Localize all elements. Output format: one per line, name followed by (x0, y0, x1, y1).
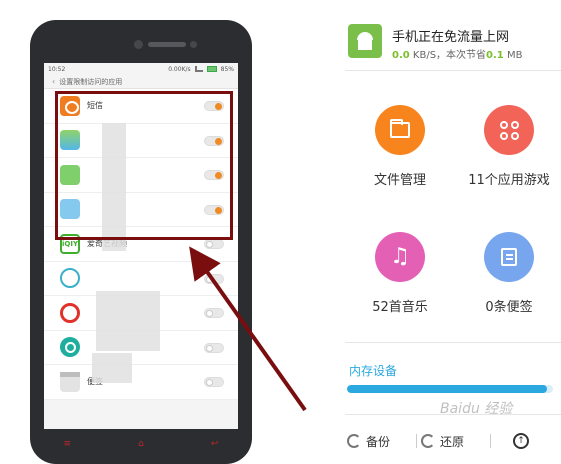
screen-header: ‹ 设置限制访问的应用 (44, 75, 238, 89)
grid-dot (499, 131, 508, 140)
panel-footer: 备份 还原 ↑ (345, 428, 561, 454)
signal-icon (194, 66, 203, 72)
tile-music[interactable]: ♫ 52首音乐 (345, 232, 455, 342)
divider (345, 342, 561, 343)
tile-notes[interactable]: 0条便签 (454, 232, 561, 342)
speed-unit: KB/S，本次节省 (412, 50, 487, 61)
camera-icon (134, 40, 143, 49)
toggle-knob (206, 344, 213, 352)
music-glyph: ♫ (390, 244, 410, 269)
apps-grid-icon (484, 105, 534, 155)
footer-divider (490, 434, 492, 448)
restore-label: 还原 (440, 434, 465, 449)
app-row-notes[interactable]: 便签 (44, 365, 238, 400)
android-icon (348, 24, 382, 58)
toggle-knob (206, 275, 213, 283)
battery-icon (206, 66, 217, 72)
divider (345, 70, 561, 71)
backup-icon (347, 434, 361, 448)
speaker-grille (148, 42, 186, 47)
android-head (357, 32, 373, 40)
restrict-toggle[interactable] (204, 239, 224, 249)
grid-dot (510, 131, 519, 140)
status-speed: 0.00K/s (168, 65, 191, 73)
saved-unit: MB (506, 50, 523, 61)
restrict-toggle[interactable] (204, 377, 224, 387)
memory-bar (347, 385, 553, 393)
traffic-summary: 0.0 KB/S，本次节省0.1 MB (392, 46, 522, 61)
camera-icon (60, 337, 80, 358)
status-time: 10:52 (48, 65, 66, 73)
watermark: Baidu 经验 (440, 401, 513, 417)
folder-glyph (390, 119, 410, 138)
weibo-icon (60, 302, 80, 323)
tile-label: 文件管理 (373, 173, 426, 188)
toggle-knob (206, 241, 213, 248)
note-glyph (501, 248, 517, 266)
restore-icon (421, 434, 436, 448)
status-battery: 85% (220, 65, 234, 73)
menu-key[interactable]: ≡ (64, 439, 72, 449)
screen-title: 设置限制访问的应用 (59, 77, 123, 86)
highlight-box (55, 91, 233, 240)
grid-glyph (499, 120, 519, 140)
screenshot-stage: 10:52 0.00K/s 85% ‹ 设置限制访问的应用 短信 iQIY ≡ … (0, 0, 561, 464)
restrict-toggle[interactable] (204, 342, 224, 353)
back-arrow-icon[interactable]: ‹ (52, 77, 55, 86)
speed-value: 0.0 (392, 50, 410, 61)
music-icon: ♫ (375, 232, 425, 282)
browser-icon (60, 268, 80, 289)
footer-divider (416, 434, 418, 448)
privacy-blur (92, 353, 132, 383)
status-panel: 手机正在免流量上网 0.0 KB/S，本次节省0.1 MB 文件管理 11个应用… (345, 0, 561, 464)
tile-label: 11个应用游戏 (468, 173, 550, 188)
back-key[interactable]: ↩ (211, 439, 219, 449)
tile-file-manager[interactable]: 文件管理 (345, 105, 455, 215)
saved-value: 0.1 (486, 50, 504, 61)
home-key[interactable]: ⌂ (138, 439, 144, 449)
sensor-icon (190, 41, 197, 48)
phone-nav-bar: ≡ ⌂ ↩ (30, 434, 252, 454)
android-body (358, 40, 372, 50)
tile-apps-games[interactable]: 11个应用游戏 (454, 105, 561, 215)
folder-icon (375, 105, 425, 155)
restrict-toggle[interactable] (204, 308, 224, 318)
restore-button[interactable]: 还原 (421, 433, 464, 450)
restrict-toggle[interactable] (204, 273, 224, 284)
connection-status-title: 手机正在免流量上网 (392, 30, 510, 45)
phone-device: 10:52 0.00K/s 85% ‹ 设置限制访问的应用 短信 iQIY ≡ … (30, 20, 252, 464)
grid-dot (499, 120, 508, 129)
panel-header: 手机正在免流量上网 0.0 KB/S，本次节省0.1 MB (345, 20, 561, 66)
note-icon (484, 232, 534, 282)
backup-label: 备份 (366, 434, 391, 449)
tile-label: 0条便签 (485, 300, 533, 315)
toggle-knob (206, 379, 213, 386)
backup-button[interactable]: 备份 (347, 433, 390, 450)
grid-dot (510, 120, 519, 129)
memory-label: 内存设备 (349, 364, 398, 378)
tile-label: 52首音乐 (372, 300, 428, 315)
status-bar: 10:52 0.00K/s 85% (44, 63, 238, 75)
upload-icon[interactable]: ↑ (513, 433, 530, 449)
notes-icon (60, 371, 80, 392)
toggle-knob (206, 310, 213, 317)
privacy-blur (96, 291, 160, 351)
memory-bar-fill (347, 385, 547, 393)
